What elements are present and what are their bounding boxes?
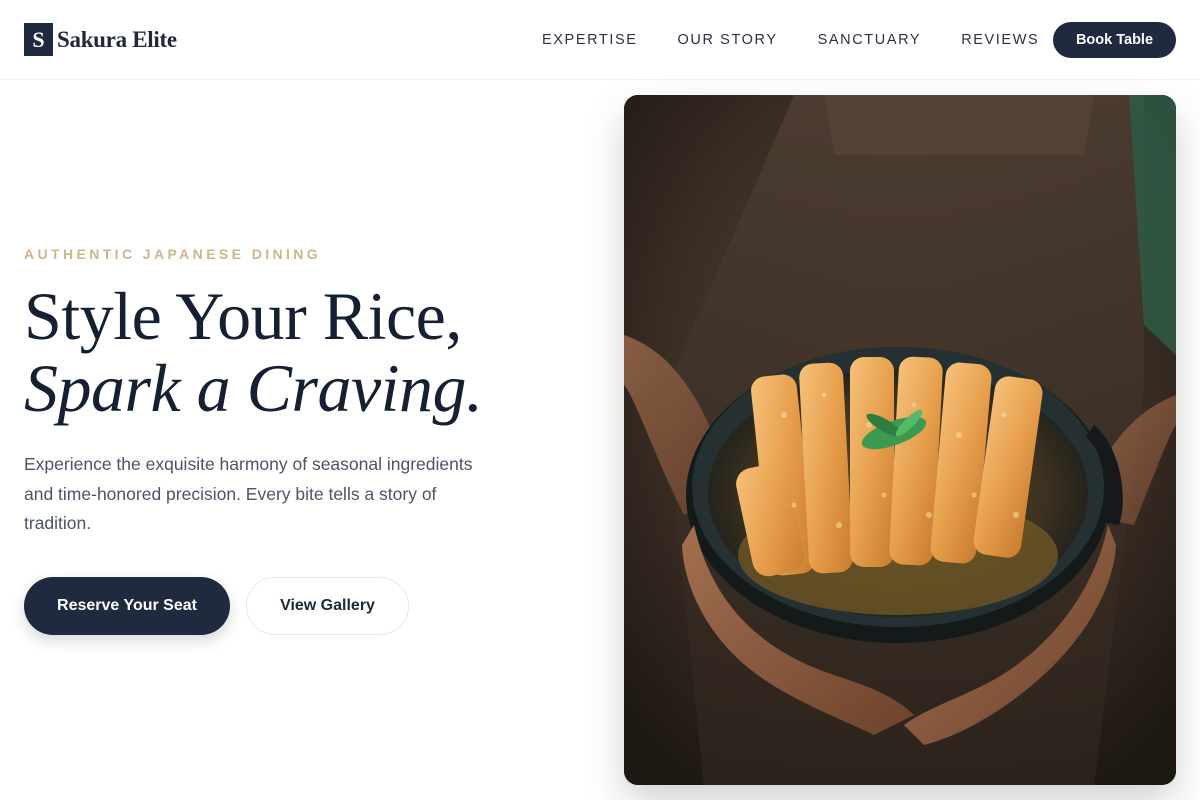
headline-line-1: Style Your Rice, [24,278,462,354]
nav-item-our-story[interactable]: OUR STORY [678,32,778,48]
nav-item-sanctuary[interactable]: SANCTUARY [818,32,922,48]
logo-mark-icon: S [24,23,53,56]
nav-item-reviews[interactable]: REVIEWS [961,32,1039,48]
book-table-button[interactable]: Book Table [1053,22,1176,58]
brand-name: Sakura Elite [57,26,177,52]
katsu-bowl-photo [624,95,1176,785]
hero-description: Experience the exquisite harmony of seas… [24,454,473,533]
nav-item-expertise[interactable]: EXPERTISE [542,32,638,48]
reserve-seat-button[interactable]: Reserve Your Seat [24,577,230,635]
hero-eyebrow: AUTHENTIC JAPANESE DINING [24,246,322,262]
headline-line-2: Spark a Craving. [24,350,483,426]
main-nav: EXPERTISE OUR STORY SANCTUARY REVIEWS [542,0,1079,80]
brand-logo[interactable]: S Sakura Elite [24,23,177,56]
hero-headline: Style Your Rice, Spark a Craving. [24,280,584,424]
site-header: S Sakura Elite EXPERTISE OUR STORY SANCT… [0,0,1200,80]
view-gallery-button[interactable]: View Gallery [246,577,409,635]
